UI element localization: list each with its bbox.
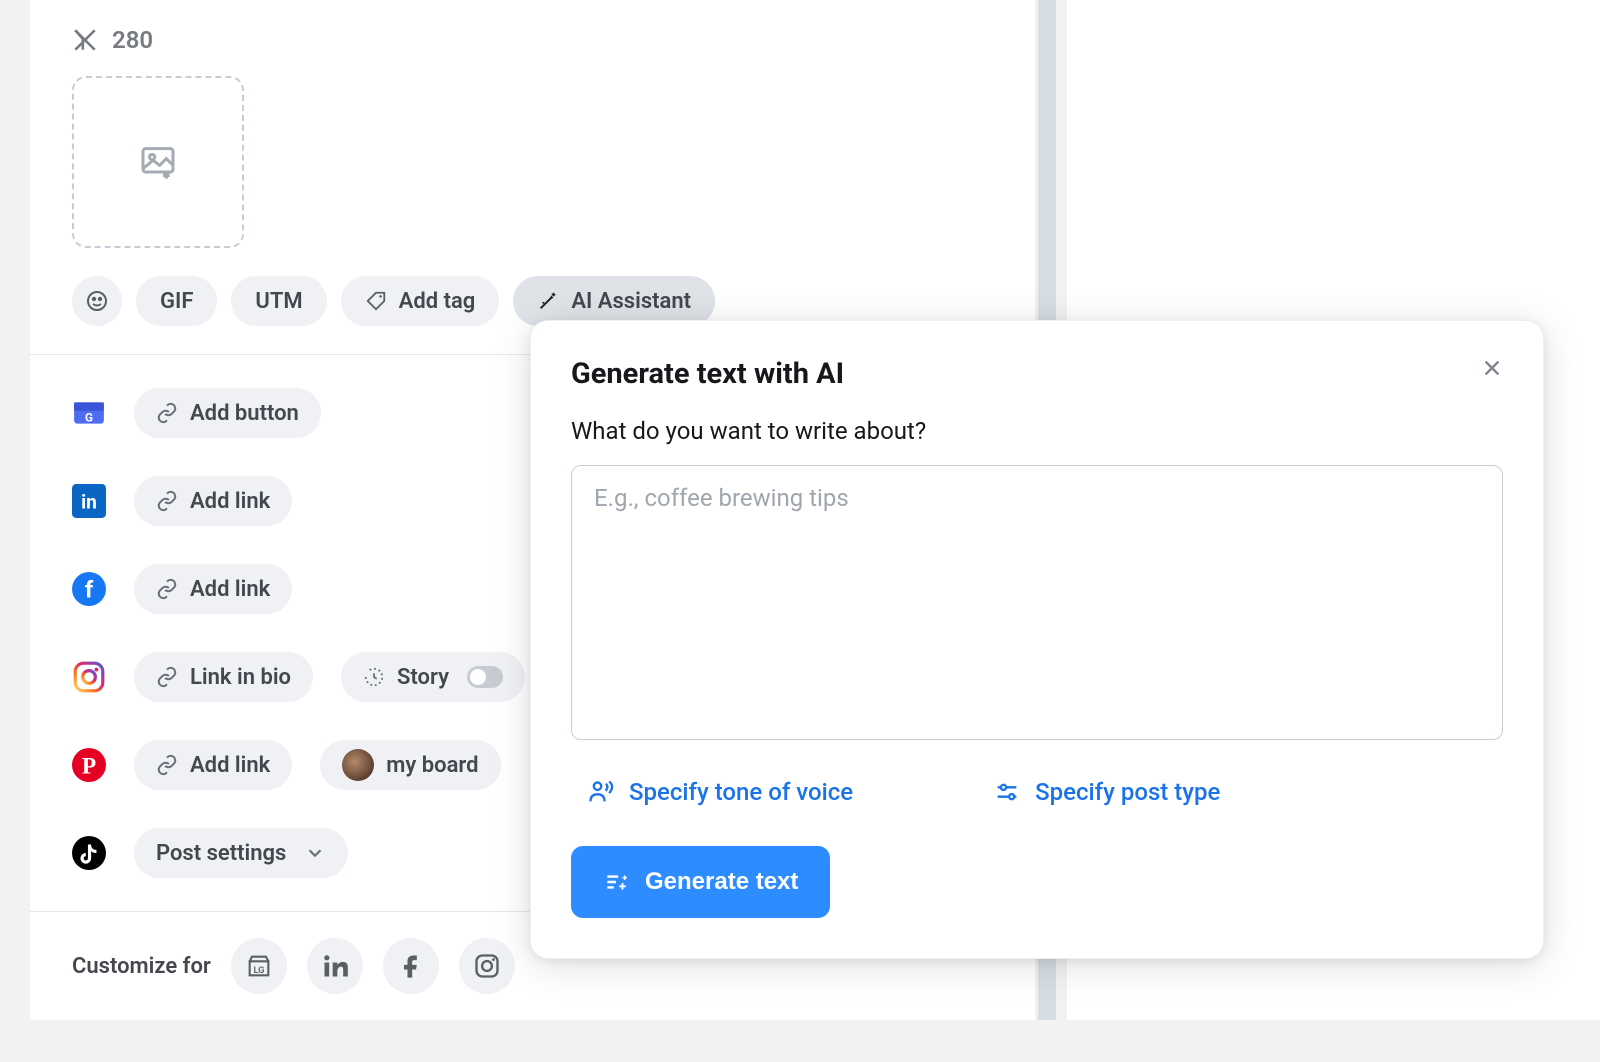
ai-modal-title: Generate text with AI [571, 357, 844, 391]
char-count-value: 280 [112, 26, 153, 54]
pinterest-add-label: Add link [190, 753, 270, 778]
char-count-row: 280 [30, 0, 1035, 54]
emoji-button[interactable] [72, 276, 122, 326]
add-tag-button[interactable]: Add tag [341, 276, 500, 326]
instagram-story-toggle[interactable]: Story [341, 652, 525, 702]
link-icon [156, 402, 178, 424]
chevron-down-icon [304, 842, 326, 864]
utm-button[interactable]: UTM [231, 276, 326, 326]
customize-for-label: Customize for [72, 954, 211, 979]
ai-modal-subtitle: What do you want to write about? [571, 417, 1503, 445]
customize-facebook-button[interactable] [383, 938, 439, 994]
sliders-icon [993, 778, 1021, 806]
link-icon [156, 754, 178, 776]
story-toggle-off[interactable] [467, 666, 503, 688]
linkedin-icon: in [72, 484, 106, 518]
tag-icon [365, 290, 387, 312]
pinterest-icon: P [72, 748, 106, 782]
link-icon [156, 666, 178, 688]
google-add-button[interactable]: Add button [134, 388, 321, 438]
svg-text:f: f [85, 576, 94, 604]
svg-text:in: in [81, 490, 97, 513]
ai-assistant-label: AI Assistant [571, 289, 691, 314]
x-twitter-icon [72, 27, 98, 53]
generate-sparkle-icon [603, 869, 629, 895]
clock-history-icon [363, 666, 385, 688]
linkedin-add-label: Add link [190, 489, 270, 514]
facebook-small-icon [397, 952, 425, 980]
instagram-icon [72, 660, 106, 694]
instagram-link-in-bio[interactable]: Link in bio [134, 652, 313, 702]
close-icon [1481, 357, 1503, 379]
magic-wand-icon [537, 290, 559, 312]
specify-tone-label: Specify tone of voice [629, 778, 853, 806]
tiktok-post-settings-label: Post settings [156, 841, 286, 866]
add-tag-label: Add tag [399, 289, 476, 314]
instagram-link-label: Link in bio [190, 665, 291, 690]
linkedin-small-icon [321, 952, 349, 980]
instagram-story-label: Story [397, 665, 449, 690]
ai-assistant-modal: Generate text with AI What do you want t… [530, 320, 1544, 959]
google-add-label: Add button [190, 401, 299, 426]
ai-modal-close-button[interactable] [1481, 357, 1503, 383]
link-icon [156, 578, 178, 600]
customize-google-button[interactable]: LG [231, 938, 287, 994]
specify-post-type-button[interactable]: Specify post type [993, 778, 1220, 806]
facebook-add-label: Add link [190, 577, 270, 602]
utm-label: UTM [255, 289, 302, 314]
generate-text-label: Generate text [645, 868, 798, 896]
image-add-icon [138, 142, 178, 182]
gif-button[interactable]: GIF [136, 276, 217, 326]
instagram-small-icon [473, 952, 501, 980]
pinterest-add-link[interactable]: Add link [134, 740, 292, 790]
gif-label: GIF [160, 289, 193, 314]
svg-text:LG: LG [253, 965, 264, 976]
tiktok-post-settings[interactable]: Post settings [134, 828, 348, 878]
pinterest-board-selector[interactable]: my board [320, 740, 500, 790]
link-icon [156, 490, 178, 512]
customize-linkedin-button[interactable] [307, 938, 363, 994]
pinterest-board-label: my board [386, 753, 478, 778]
tiktok-icon [72, 836, 106, 870]
specify-post-type-label: Specify post type [1035, 778, 1220, 806]
google-business-icon: G [72, 396, 106, 430]
google-local-icon: LG [245, 952, 273, 980]
facebook-add-link[interactable]: Add link [134, 564, 292, 614]
svg-text:P: P [82, 754, 96, 780]
generate-text-button[interactable]: Generate text [571, 846, 830, 918]
add-media-button[interactable] [72, 76, 244, 248]
customize-instagram-button[interactable] [459, 938, 515, 994]
ai-prompt-input[interactable] [571, 465, 1503, 740]
facebook-icon: f [72, 572, 106, 606]
ai-assistant-button[interactable]: AI Assistant [513, 276, 715, 326]
linkedin-add-link[interactable]: Add link [134, 476, 292, 526]
tone-voice-icon [587, 778, 615, 806]
specify-tone-button[interactable]: Specify tone of voice [587, 778, 853, 806]
emoji-icon [85, 289, 109, 313]
svg-text:G: G [85, 411, 93, 425]
board-avatar-icon [342, 749, 374, 781]
